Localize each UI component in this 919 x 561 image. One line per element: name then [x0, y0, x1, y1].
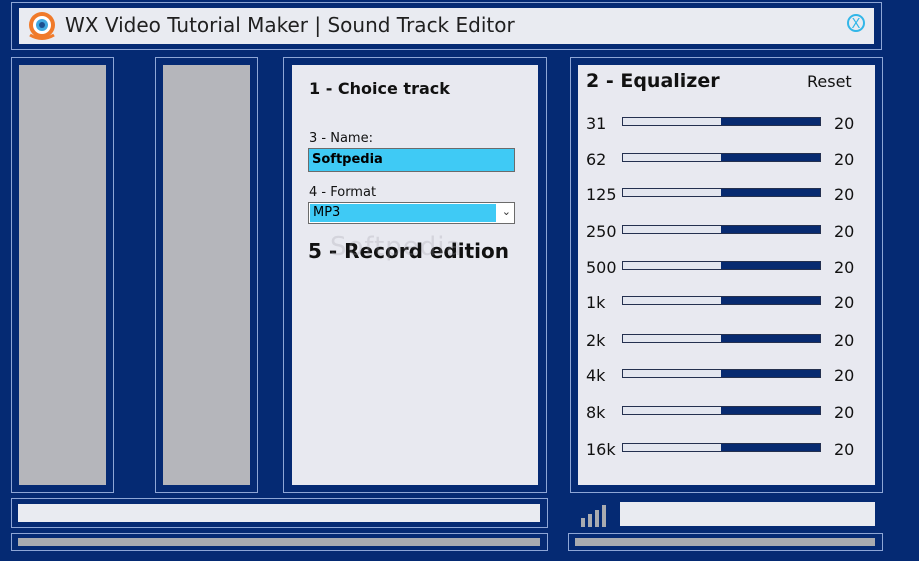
- eq-band-slider[interactable]: [622, 188, 821, 197]
- eq-band-frequency: 62: [586, 150, 607, 169]
- eq-band-value: 20: [834, 403, 855, 422]
- progress-bar[interactable]: [18, 504, 540, 522]
- format-select[interactable]: MP3 ⌄: [308, 202, 515, 224]
- choice-track-heading: 1 - Choice track: [309, 79, 450, 98]
- volume-scrollbar[interactable]: [575, 538, 875, 546]
- name-label: 3 - Name:: [309, 131, 373, 146]
- eq-band-frequency: 31: [586, 114, 607, 133]
- eq-band-slider-fill: [721, 226, 820, 233]
- eq-band-frequency: 125: [586, 185, 617, 204]
- eq-band-row: 2k 20: [578, 329, 875, 365]
- eq-band-value: 20: [834, 331, 855, 350]
- eq-band-frequency: 500: [586, 258, 617, 277]
- title-bar: WX Video Tutorial Maker | Sound Track Ed…: [19, 8, 874, 44]
- eq-band-row: 8k 20: [578, 401, 875, 437]
- format-label: 4 - Format: [309, 185, 377, 200]
- camera-lens-logo-icon: [29, 12, 55, 40]
- eq-band-row: 1k 20: [578, 291, 875, 327]
- eq-band-slider[interactable]: [622, 261, 821, 270]
- video-preview-panel-2: [163, 65, 250, 485]
- close-button[interactable]: X: [847, 14, 865, 32]
- eq-band-frequency: 8k: [586, 403, 606, 422]
- eq-band-row: 125 20: [578, 183, 875, 219]
- eq-band-slider-fill: [721, 297, 820, 304]
- name-input[interactable]: Softpedia: [308, 148, 515, 172]
- video-preview-panel-1: [19, 65, 106, 485]
- eq-band-value: 20: [834, 114, 855, 133]
- equalizer-panel: 2 - Equalizer Reset 31 20 62 20 125 20 250 20 50…: [578, 65, 875, 485]
- signal-bar: [581, 518, 585, 527]
- watermark: Softpedia: [330, 232, 463, 262]
- eq-band-row: 16k 20: [578, 438, 875, 474]
- eq-band-slider-fill: [721, 262, 820, 269]
- eq-band-frequency: 16k: [586, 440, 616, 459]
- eq-band-row: 31 20: [578, 112, 875, 148]
- eq-band-slider[interactable]: [622, 117, 821, 126]
- signal-bar: [588, 514, 592, 527]
- eq-band-value: 20: [834, 150, 855, 169]
- eq-band-value: 20: [834, 222, 855, 241]
- eq-band-slider-fill: [721, 370, 820, 377]
- eq-band-slider[interactable]: [622, 406, 821, 415]
- eq-band-slider[interactable]: [622, 334, 821, 343]
- eq-band-slider-fill: [721, 118, 820, 125]
- track-panel: 1 - Choice track 3 - Name: Softpedia 4 -…: [292, 65, 538, 485]
- eq-band-value: 20: [834, 258, 855, 277]
- signal-bar: [595, 510, 599, 527]
- eq-band-slider[interactable]: [622, 369, 821, 378]
- eq-band-row: 500 20: [578, 256, 875, 292]
- volume-signal-icon[interactable]: [581, 502, 611, 527]
- eq-band-frequency: 1k: [586, 293, 606, 312]
- eq-band-slider-fill: [721, 189, 820, 196]
- eq-band-value: 20: [834, 366, 855, 385]
- reset-button[interactable]: Reset: [807, 72, 852, 91]
- eq-band-slider-fill: [721, 335, 820, 342]
- volume-bar[interactable]: [620, 502, 875, 526]
- equalizer-heading: 2 - Equalizer: [586, 70, 720, 92]
- window-title: WX Video Tutorial Maker | Sound Track Ed…: [65, 13, 515, 37]
- signal-bar: [602, 505, 606, 527]
- eq-band-row: 250 20: [578, 220, 875, 256]
- eq-band-slider[interactable]: [622, 153, 821, 162]
- eq-band-slider-fill: [721, 154, 820, 161]
- eq-band-value: 20: [834, 293, 855, 312]
- eq-band-frequency: 250: [586, 222, 617, 241]
- eq-band-value: 20: [834, 185, 855, 204]
- eq-band-row: 62 20: [578, 148, 875, 184]
- eq-band-slider[interactable]: [622, 296, 821, 305]
- eq-band-slider-fill: [721, 407, 820, 414]
- eq-band-value: 20: [834, 440, 855, 459]
- eq-band-frequency: 4k: [586, 366, 606, 385]
- eq-band-frequency: 2k: [586, 331, 606, 350]
- timeline-scrollbar[interactable]: [18, 538, 540, 546]
- eq-band-slider-fill: [721, 444, 820, 451]
- format-selected-value: MP3: [310, 204, 496, 222]
- eq-band-slider[interactable]: [622, 225, 821, 234]
- eq-band-row: 4k 20: [578, 364, 875, 400]
- eq-band-slider[interactable]: [622, 443, 821, 452]
- chevron-down-icon[interactable]: ⌄: [502, 205, 511, 218]
